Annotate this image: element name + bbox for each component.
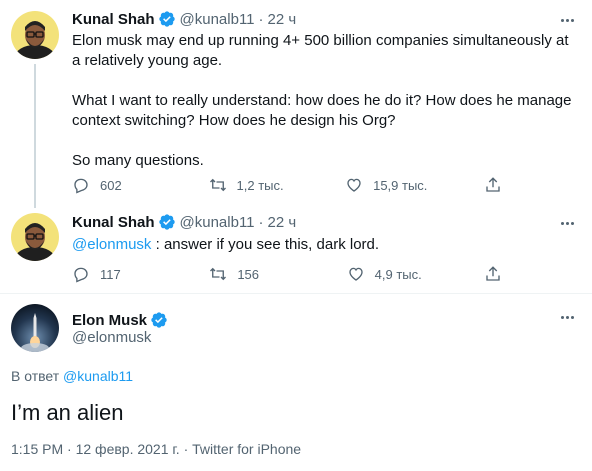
- share-icon: [486, 266, 500, 281]
- action-bar: 602 1,2 тыс. 15,9 тыс.: [72, 176, 502, 194]
- tweet-paragraph: What I want to really understand: how do…: [72, 92, 572, 129]
- verified-badge-icon: [158, 214, 175, 230]
- reply-context: В ответ @kunalb11: [11, 368, 133, 384]
- retweet-icon: [209, 178, 226, 192]
- like-button[interactable]: 15,9 тыс.: [345, 176, 427, 194]
- author-handle[interactable]: @kunalb11: [180, 11, 255, 28]
- mention-link[interactable]: @elonmusk: [72, 236, 151, 253]
- author-name[interactable]: Elon Musk: [72, 312, 147, 329]
- share-icon: [486, 177, 500, 192]
- tweet-header: Kunal Shah @kunalb11 · 22 ч: [72, 10, 296, 28]
- separator: ·: [258, 10, 264, 28]
- reply-button[interactable]: 602: [72, 176, 152, 194]
- share-button[interactable]: [484, 265, 502, 283]
- like-icon: [348, 267, 363, 281]
- divider: [0, 293, 592, 294]
- verified-badge-icon: [158, 11, 175, 27]
- separator: ·: [67, 441, 72, 457]
- avatar-elon[interactable]: [11, 304, 59, 352]
- like-button[interactable]: 4,9 тыс.: [347, 265, 427, 283]
- retweet-count: 156: [237, 266, 260, 282]
- reply-icon: [74, 178, 88, 194]
- tweet-paragraph: Elon musk may end up running 4+ 500 bill…: [72, 32, 569, 69]
- tweet-1[interactable]: Kunal Shah @kunalb11 · 22 ч Elon musk ma…: [0, 0, 592, 210]
- verified-badge-icon: [151, 312, 167, 328]
- tweet-2[interactable]: Kunal Shah @kunalb11 · 22 ч @elonmusk : …: [0, 210, 592, 293]
- retweet-button[interactable]: 156: [209, 265, 289, 283]
- author-handle[interactable]: @kunalb11: [180, 214, 255, 231]
- retweet-count: 1,2 тыс.: [236, 177, 284, 193]
- reply-prefix: В ответ: [11, 368, 60, 384]
- tweet-time[interactable]: 1:15 PM: [11, 441, 63, 457]
- author-name[interactable]: Kunal Shah: [72, 214, 155, 231]
- more-icon[interactable]: [557, 10, 577, 30]
- tweet-text-content: : answer if you see this, dark lord.: [151, 236, 380, 253]
- author-name[interactable]: Kunal Shah: [72, 11, 155, 28]
- tweet-paragraph: So many questions.: [72, 152, 204, 169]
- main-tweet-text: I’m an alien: [11, 400, 124, 425]
- tweet-text: @elonmusk : answer if you see this, dark…: [72, 235, 577, 255]
- like-icon: [347, 178, 361, 192]
- retweet-button[interactable]: 1,2 тыс.: [209, 176, 289, 194]
- timestamp[interactable]: 22 ч: [268, 11, 297, 28]
- retweet-icon: [210, 267, 227, 281]
- like-count: 4,9 тыс.: [374, 266, 422, 282]
- more-icon[interactable]: [557, 307, 577, 327]
- tweet-header: Kunal Shah @kunalb11 · 22 ч: [72, 213, 296, 231]
- reply-icon: [74, 267, 88, 283]
- avatar-kunal[interactable]: [11, 11, 59, 59]
- more-icon[interactable]: [557, 213, 577, 233]
- thread-line: [34, 64, 36, 208]
- tweet-source[interactable]: Twitter for iPhone: [192, 441, 301, 457]
- tweet-text: Elon musk may end up running 4+ 500 bill…: [72, 31, 577, 171]
- main-author: Elon Musk: [72, 311, 172, 329]
- like-count: 15,9 тыс.: [373, 177, 428, 193]
- reply-handle-link[interactable]: @kunalb11: [63, 368, 133, 384]
- reply-count: 602: [100, 177, 122, 193]
- reply-button[interactable]: 117: [72, 265, 152, 283]
- action-bar: 117 156 4,9 тыс.: [72, 265, 502, 283]
- separator: ·: [258, 213, 264, 231]
- timestamp[interactable]: 22 ч: [268, 214, 297, 231]
- tweet-meta: 1:15 PM · 12 февр. 2021 г. · Twitter for…: [11, 441, 301, 457]
- tweet-date[interactable]: 12 февр. 2021 г.: [76, 441, 180, 457]
- share-button[interactable]: [484, 176, 502, 194]
- author-handle[interactable]: @elonmusk: [72, 329, 151, 346]
- avatar-kunal[interactable]: [11, 213, 59, 261]
- reply-count: 117: [100, 266, 121, 282]
- separator: ·: [183, 441, 189, 457]
